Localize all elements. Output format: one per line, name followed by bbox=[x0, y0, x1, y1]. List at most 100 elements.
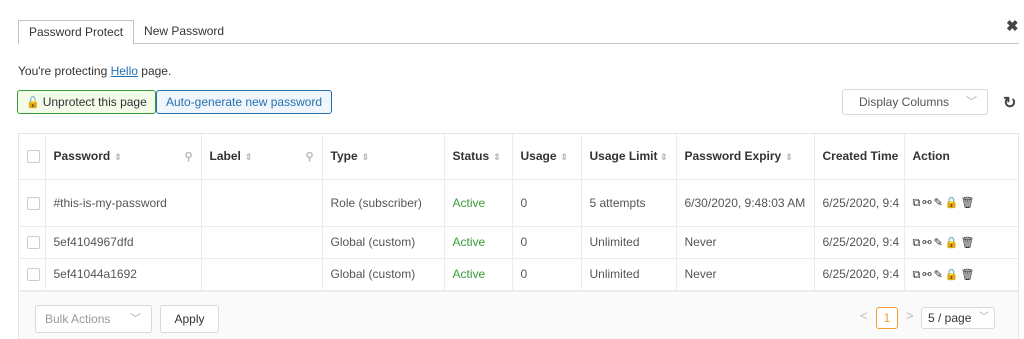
per-page-label: 5 / page bbox=[928, 311, 972, 325]
tab-password-protect[interactable]: Password Protect bbox=[18, 20, 135, 45]
cell-password: 5ef41044a1692 bbox=[45, 258, 202, 291]
cell-usage-limit: Unlimited bbox=[581, 226, 677, 259]
edit-icon[interactable]: ✎ bbox=[934, 237, 943, 249]
col-action-label: Action bbox=[912, 149, 950, 164]
cell-type: Global (custom) bbox=[322, 226, 445, 259]
row-checkbox[interactable] bbox=[27, 268, 40, 282]
table-footer: Bulk Actions ﹀ Apply < 1 > 5 / page ﹀ bbox=[20, 291, 1018, 339]
bulk-actions-label: Bulk Actions bbox=[45, 312, 111, 326]
link-icon[interactable]: ⚯ bbox=[922, 197, 931, 209]
display-columns-label: Display Columns bbox=[859, 95, 950, 109]
chevron-right-icon[interactable]: > bbox=[906, 308, 914, 323]
cell-password: 5ef4104967dfd bbox=[45, 226, 202, 259]
cell-label bbox=[201, 258, 323, 291]
protect-prefix: You're protecting bbox=[18, 64, 111, 78]
cell-created: 6/25/2020, 9:4 bbox=[814, 179, 905, 227]
row-checkbox[interactable] bbox=[27, 196, 40, 210]
sort-icon[interactable]: ⇕ bbox=[362, 152, 370, 162]
autogen-password-button[interactable]: Auto-generate new password bbox=[156, 90, 333, 114]
search-icon[interactable]: ⚲ bbox=[184, 150, 192, 163]
cell-usage-limit: 5 attempts bbox=[581, 179, 677, 227]
tab-new-password[interactable]: New Password bbox=[134, 20, 234, 44]
cell-expiry: Never bbox=[676, 226, 815, 259]
bulk-actions-select[interactable]: Bulk Actions ﹀ bbox=[35, 305, 152, 333]
row-checkbox[interactable] bbox=[27, 236, 40, 250]
col-label[interactable]: Label ⇕ ⚲ bbox=[201, 134, 323, 180]
copy-icon[interactable]: ⧉ bbox=[913, 269, 921, 281]
cell-created: 6/25/2020, 9:4 bbox=[814, 226, 905, 259]
cell-created: 6/25/2020, 9:4 bbox=[814, 258, 905, 291]
edit-icon[interactable]: ✎ bbox=[934, 269, 943, 281]
password-table: Password ⇕ ⚲ Label ⇕ ⚲ Type ⇕ Status ⇕ Usage ⇕ … bbox=[18, 133, 1019, 339]
refresh-icon[interactable]: ↻ bbox=[1003, 93, 1016, 113]
chevron-down-icon: ﹀ bbox=[979, 312, 989, 323]
unlock-icon: 🔓 bbox=[26, 97, 40, 109]
cell-usage: 0 bbox=[512, 226, 582, 259]
copy-icon[interactable]: ⧉ bbox=[913, 197, 921, 209]
sort-icon[interactable]: ⇕ bbox=[114, 152, 122, 162]
row-select-cell bbox=[19, 226, 46, 259]
table-row: #this-is-my-password Role (subscriber) A… bbox=[19, 179, 1018, 227]
search-icon[interactable]: ⚲ bbox=[305, 150, 313, 163]
lock-icon[interactable]: 🔒 bbox=[945, 269, 959, 281]
col-status[interactable]: Status ⇕ bbox=[444, 134, 513, 180]
col-type[interactable]: Type ⇕ bbox=[322, 134, 445, 180]
sort-icon[interactable]: ⇕ bbox=[245, 152, 253, 162]
sort-icon[interactable]: ⇕ bbox=[785, 152, 793, 162]
cell-usage: 0 bbox=[512, 179, 582, 227]
col-password[interactable]: Password ⇕ ⚲ bbox=[45, 134, 202, 180]
col-usage-limit[interactable]: Usage Limit ⇕ bbox=[581, 134, 677, 180]
col-usage[interactable]: Usage ⇕ bbox=[512, 134, 582, 180]
cell-expiry: 6/30/2020, 9:48:03 AM bbox=[676, 179, 815, 227]
copy-icon[interactable]: ⧉ bbox=[913, 237, 921, 249]
cell-actions: ⧉ ⚯ ✎ 🔒 🗑 bbox=[903, 258, 1018, 291]
unprotect-button[interactable]: 🔓 Unprotect this page bbox=[17, 90, 156, 114]
lock-icon[interactable]: 🔒 bbox=[945, 237, 959, 249]
row-select-cell bbox=[19, 179, 46, 227]
sort-icon[interactable]: ⇕ bbox=[660, 150, 668, 165]
sort-icon[interactable]: ⇕ bbox=[493, 152, 501, 162]
chevron-down-icon: ﹀ bbox=[966, 96, 977, 108]
col-created-time[interactable]: Created Time⇕ bbox=[814, 134, 905, 180]
lock-icon[interactable]: 🔒 bbox=[945, 197, 959, 209]
col-password-label: Password bbox=[53, 149, 111, 164]
page-link[interactable]: Hello bbox=[111, 64, 138, 78]
col-expiry-label: Password Expiry bbox=[684, 149, 782, 164]
cell-usage: 0 bbox=[512, 258, 582, 291]
link-icon[interactable]: ⚯ bbox=[922, 269, 931, 281]
cell-label bbox=[201, 226, 323, 259]
cell-status: Active bbox=[444, 179, 513, 227]
link-icon[interactable]: ⚯ bbox=[922, 237, 931, 249]
trash-icon[interactable]: 🗑 bbox=[961, 237, 975, 249]
per-page-select[interactable]: 5 / page ﹀ bbox=[921, 307, 995, 329]
chevron-left-icon[interactable]: < bbox=[860, 308, 868, 323]
col-status-label: Status bbox=[452, 149, 490, 164]
table-row: 5ef4104967dfd Global (custom) Active 0 U… bbox=[19, 226, 1018, 259]
table-row: 5ef41044a1692 Global (custom) Active 0 U… bbox=[19, 258, 1018, 291]
display-columns-select[interactable]: Display Columns ﹀ bbox=[842, 89, 988, 115]
edit-icon[interactable]: ✎ bbox=[934, 197, 943, 209]
cell-password: #this-is-my-password bbox=[45, 179, 202, 227]
cell-type: Role (subscriber) bbox=[322, 179, 445, 227]
cell-actions: ⧉ ⚯ ✎ 🔒 🗑 bbox=[903, 226, 1018, 259]
cell-status: Active bbox=[444, 226, 513, 259]
cell-usage-limit: Unlimited bbox=[581, 258, 677, 291]
chevron-down-icon: ﹀ bbox=[130, 313, 141, 325]
select-all-cell bbox=[19, 134, 46, 180]
trash-icon[interactable]: 🗑 bbox=[961, 269, 975, 281]
apply-button[interactable]: Apply bbox=[160, 305, 219, 333]
protect-suffix: page. bbox=[137, 64, 172, 78]
select-all-checkbox[interactable] bbox=[27, 150, 40, 164]
col-action: Action bbox=[903, 134, 1018, 180]
col-usage-limit-label: Usage Limit bbox=[589, 148, 658, 163]
tab-bar: Password Protect New Password bbox=[18, 20, 1019, 45]
col-type-label: Type bbox=[330, 149, 358, 164]
cell-status: Active bbox=[444, 258, 513, 291]
cell-type: Global (custom) bbox=[322, 258, 445, 291]
current-page[interactable]: 1 bbox=[876, 307, 898, 329]
col-password-expiry[interactable]: Password Expiry ⇕ bbox=[676, 134, 815, 180]
col-label-label: Label bbox=[209, 149, 241, 164]
close-icon[interactable]: ✖ bbox=[1006, 17, 1019, 35]
sort-icon[interactable]: ⇕ bbox=[561, 152, 569, 162]
trash-icon[interactable]: 🗑 bbox=[961, 197, 975, 209]
